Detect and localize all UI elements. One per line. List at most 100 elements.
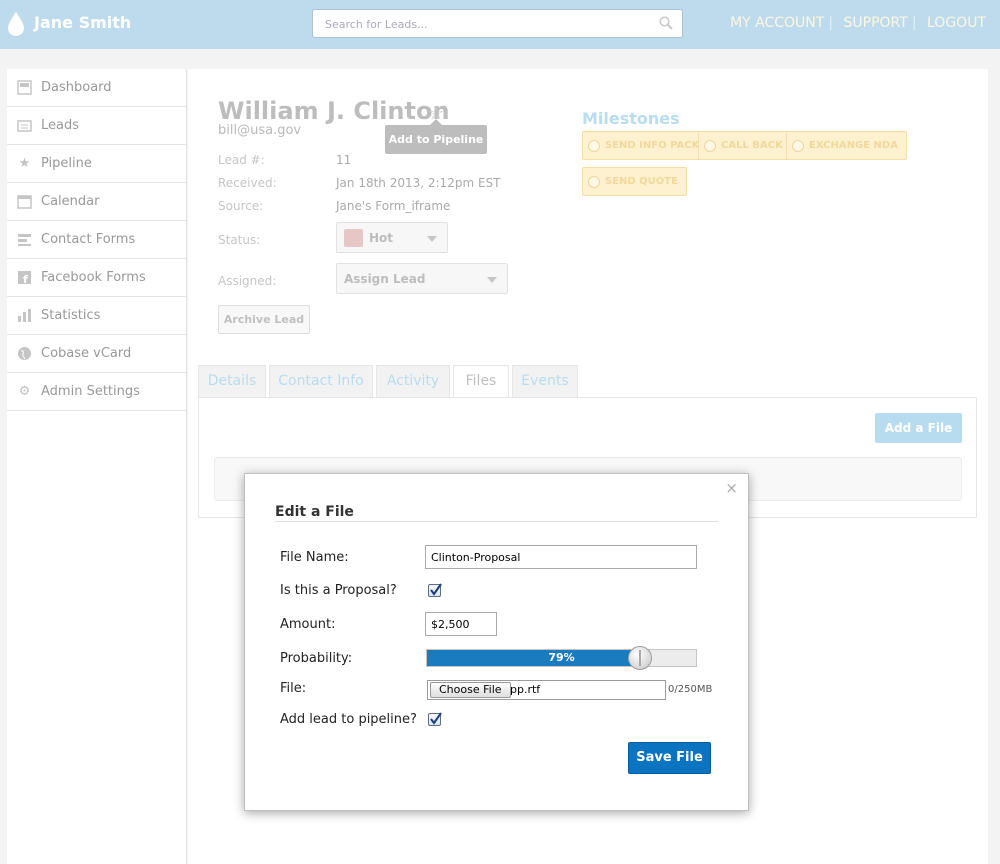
- milestone-radio-icon: [792, 139, 804, 152]
- milestone-radio-icon: [588, 139, 600, 152]
- tab-contact-info[interactable]: Contact Info: [269, 365, 373, 397]
- svg-text:f: f: [23, 273, 28, 285]
- file-name-input[interactable]: [425, 545, 697, 569]
- dashboard-icon: [17, 80, 32, 95]
- sidebar-item-label: Facebook Forms: [41, 270, 146, 285]
- milestone-label: CALL BACK: [721, 140, 783, 151]
- probability-label: Probability:: [280, 651, 353, 666]
- status-select[interactable]: Hot: [336, 222, 448, 253]
- add-to-pipeline-tooltip: Add to Pipeline: [385, 119, 487, 154]
- file-name-label: File Name:: [280, 550, 349, 565]
- slider-handle[interactable]: [628, 646, 652, 670]
- gear-icon: ⚙: [18, 384, 31, 399]
- support-link[interactable]: SUPPORT: [844, 15, 908, 31]
- archive-lead-button[interactable]: Archive Lead: [218, 305, 310, 334]
- add-file-button[interactable]: Add a File: [875, 413, 962, 443]
- lead-number-value: 11: [336, 153, 352, 167]
- assign-lead-value: Assign Lead: [344, 272, 426, 286]
- probability-value: 79%: [548, 651, 575, 664]
- modal-divider: [275, 521, 718, 522]
- milestone-exchange-nda[interactable]: EXCHANGE NDA: [786, 131, 907, 160]
- status-value: Hot: [369, 231, 394, 245]
- assigned-label: Assigned:: [218, 274, 277, 288]
- milestone-label: SEND INFO PACK: [605, 140, 700, 151]
- sidebar-item-facebook-forms[interactable]: f Facebook Forms: [7, 259, 186, 297]
- lead-number-label: Lead #:: [218, 153, 265, 167]
- logo-drop-icon: [8, 12, 24, 36]
- received-value: Jan 18th 2013, 2:12pm EST: [336, 176, 501, 190]
- sidebar-item-leads[interactable]: Leads: [7, 107, 186, 145]
- link-divider: |: [828, 15, 834, 31]
- sidebar-item-admin-settings[interactable]: ⚙ Admin Settings: [7, 373, 186, 411]
- sidebar-item-label: Statistics: [41, 308, 101, 323]
- is-proposal-checkbox[interactable]: [428, 583, 442, 597]
- choose-file-button[interactable]: Choose File: [430, 682, 511, 698]
- chevron-down-icon: [487, 277, 497, 283]
- milestone-send-info-pack[interactable]: SEND INFO PACK: [582, 131, 709, 160]
- sidebar-item-contact-forms[interactable]: Contact Forms: [7, 221, 186, 259]
- milestone-send-quote[interactable]: SEND QUOTE: [582, 167, 687, 196]
- chevron-down-icon: [427, 236, 437, 242]
- milestone-call-back[interactable]: CALL BACK: [698, 131, 792, 160]
- sidebar-item-label: Pipeline: [41, 156, 92, 171]
- search-input[interactable]: [323, 12, 643, 37]
- search-icon[interactable]: [659, 16, 673, 30]
- milestones-title: Milestones: [582, 109, 680, 128]
- add-pipeline-label: Add lead to pipeline?: [280, 712, 417, 727]
- tab-events[interactable]: Events: [512, 365, 578, 397]
- sidebar-item-label: Calendar: [41, 194, 100, 209]
- received-label: Received:: [218, 176, 277, 190]
- top-header: Jane Smith MY ACCOUNT| SUPPORT| LOGOUT: [0, 0, 1000, 49]
- logout-link[interactable]: LOGOUT: [927, 15, 986, 31]
- sidebar-item-dashboard[interactable]: Dashboard: [7, 69, 186, 107]
- tab-activity[interactable]: Activity: [376, 365, 450, 397]
- probability-slider[interactable]: 79%: [426, 646, 697, 670]
- status-label: Status:: [218, 233, 261, 247]
- facebook-icon: f: [17, 270, 32, 285]
- link-divider: |: [911, 15, 917, 31]
- sidebar-item-calendar[interactable]: Calendar: [7, 183, 186, 221]
- save-file-button[interactable]: Save File: [628, 742, 711, 774]
- my-account-link[interactable]: MY ACCOUNT: [730, 15, 824, 31]
- leads-icon: [17, 118, 32, 133]
- sidebar-item-label: Leads: [41, 118, 80, 133]
- milestone-label: SEND QUOTE: [605, 176, 678, 187]
- add-pipeline-checkbox[interactable]: [428, 712, 442, 726]
- sidebar-item-pipeline[interactable]: ★ Pipeline: [7, 145, 186, 183]
- milestone-radio-icon: [588, 175, 600, 188]
- sidebar: Dashboard Leads ★ Pipeline Calendar Cont…: [7, 69, 187, 864]
- lead-email[interactable]: bill@usa.gov: [218, 123, 301, 138]
- star-icon: ★: [18, 156, 31, 171]
- lead-name: William J. Clinton: [218, 97, 450, 125]
- bar-chart-icon: [17, 308, 32, 323]
- tab-details[interactable]: Details: [198, 365, 266, 397]
- milestone-radio-icon: [704, 139, 716, 152]
- status-color-swatch: [344, 229, 363, 247]
- tab-files[interactable]: Files: [453, 365, 509, 398]
- sidebar-item-cobase-vcard[interactable]: Cobase vCard: [7, 335, 186, 373]
- globe-icon: [17, 346, 32, 361]
- sidebar-item-label: Admin Settings: [41, 384, 140, 399]
- file-label: File:: [280, 681, 307, 696]
- search-box[interactable]: [312, 9, 683, 38]
- amount-input[interactable]: [425, 612, 497, 636]
- file-size-limit: 0/250MB: [668, 684, 713, 695]
- close-icon[interactable]: ×: [725, 479, 738, 497]
- sidebar-item-statistics[interactable]: Statistics: [7, 297, 186, 335]
- edit-file-modal: × Edit a File File Name: Is this a Propo…: [244, 473, 749, 811]
- assign-lead-select[interactable]: Assign Lead: [336, 263, 508, 294]
- sidebar-item-label: Cobase vCard: [41, 346, 132, 361]
- checkmark-icon: [430, 583, 442, 596]
- source-label: Source:: [218, 199, 264, 213]
- is-proposal-label: Is this a Proposal?: [280, 583, 397, 598]
- checkmark-icon: [430, 712, 442, 725]
- forms-icon: [17, 232, 32, 247]
- sidebar-item-label: Dashboard: [41, 80, 112, 95]
- milestone-label: EXCHANGE NDA: [809, 140, 898, 151]
- calendar-icon: [17, 194, 32, 209]
- file-upload-field[interactable]: Choose File pp.rtf: [427, 680, 666, 700]
- amount-label: Amount:: [280, 617, 336, 632]
- brand-name[interactable]: Jane Smith: [34, 13, 131, 32]
- source-value: Jane's Form_iframe: [336, 199, 451, 213]
- top-links: MY ACCOUNT | SUPPORT | LOGOUT: [724, 15, 986, 31]
